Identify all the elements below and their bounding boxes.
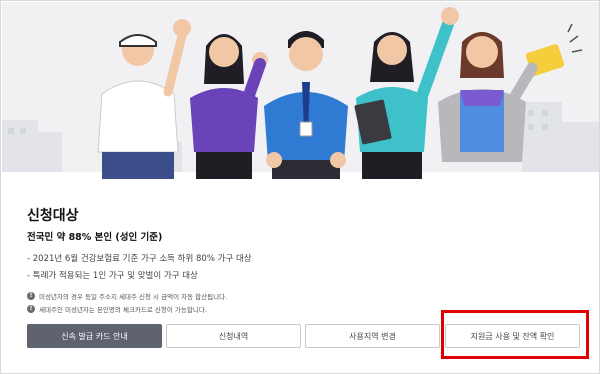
- eligibility-bullet-2: - 특례가 적용되는 1인 가구 및 맞벌이 가구 대상: [27, 271, 198, 281]
- quick-card-issue-guide-button[interactable]: 신속 발급 카드 안내: [27, 324, 162, 348]
- notice-1: ! 미성년자의 경우 동일 주소지 세대주 신청 시 금액이 자동 합산됩니다.: [27, 291, 227, 301]
- info-icon: !: [27, 305, 35, 313]
- application-history-button[interactable]: 신청내역: [166, 324, 301, 348]
- section-subtitle: 전국민 약 88% 본인 (성인 기준): [27, 232, 163, 243]
- eligibility-bullet-1: - 2021년 6월 건강보험료 기준 가구 소득 하위 80% 가구 대상: [27, 254, 252, 264]
- hero-banner: [2, 2, 599, 179]
- highlight-box: [441, 310, 589, 359]
- people-celebrating-icon: [2, 7, 599, 179]
- notice-2-text: 세대주인 미성년자는 본인명의 체크카드로 신청이 가능합니다.: [39, 306, 207, 314]
- notice-1-text: 미성년자의 경우 동일 주소지 세대주 신청 시 금액이 자동 합산됩니다.: [39, 293, 228, 301]
- page-frame: 신청대상 전국민 약 88% 본인 (성인 기준) - 2021년 6월 건강보…: [0, 0, 600, 374]
- notice-2: ! 세대주인 미성년자는 본인명의 체크카드로 신청이 가능합니다.: [27, 304, 207, 314]
- section-title: 신청대상: [27, 208, 79, 224]
- change-usage-region-button[interactable]: 사용지역 변경: [305, 324, 440, 348]
- info-icon: !: [27, 292, 35, 300]
